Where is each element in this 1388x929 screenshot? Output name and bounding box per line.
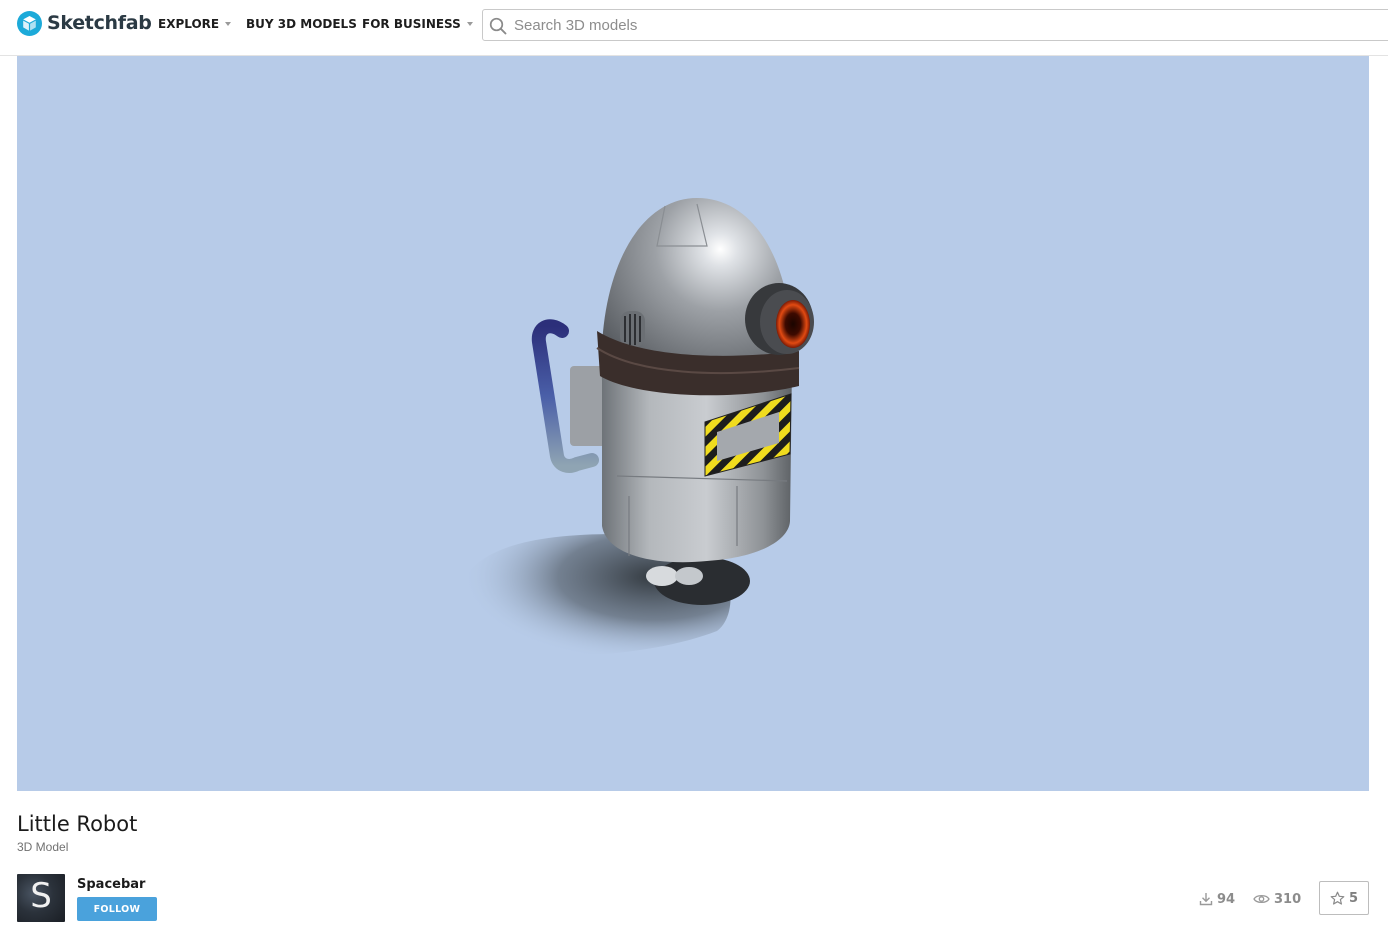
nav-buy-3d-models[interactable]: BUY 3D MODELS [246,17,357,31]
view-count-value: 310 [1274,891,1302,907]
search-icon [489,17,507,35]
eye-icon [1253,894,1270,904]
sketchfab-logo[interactable]: Sketchfab [17,10,152,36]
nav-explore[interactable]: EXPLORE [158,17,232,31]
nav-business-label: FOR BUSINESS [362,17,461,31]
sketchfab-cube-icon [17,10,42,36]
nav-for-business[interactable]: FOR BUSINESS [362,17,473,31]
follow-button[interactable]: FOLLOW [77,897,157,921]
top-navigation-bar: Sketchfab EXPLORE BUY 3D MODELS FOR BUSI… [0,0,1388,56]
star-icon [1330,891,1345,905]
robot-model-render [456,198,814,657]
download-icon [1199,893,1213,906]
download-count-value: 94 [1217,891,1236,907]
model-type-label: 3D Model [17,840,69,854]
model-viewer[interactable] [17,56,1369,791]
like-button[interactable]: 5 [1319,881,1369,915]
chevron-down-icon [225,22,232,26]
chevron-down-icon [466,22,473,26]
search-input[interactable] [514,10,1374,40]
view-count: 310 [1253,890,1301,908]
brand-name: Sketchfab [47,12,152,34]
nav-explore-label: EXPLORE [158,17,220,31]
search-box[interactable] [482,9,1388,41]
like-count-value: 5 [1348,890,1359,906]
download-count: 94 [1199,890,1235,908]
model-title: Little Robot [17,812,138,836]
avatar-letter: S [30,876,52,916]
nav-buy-label: BUY 3D MODELS [246,17,357,31]
avatar[interactable]: S [17,874,65,922]
author-name[interactable]: Spacebar [77,877,145,892]
